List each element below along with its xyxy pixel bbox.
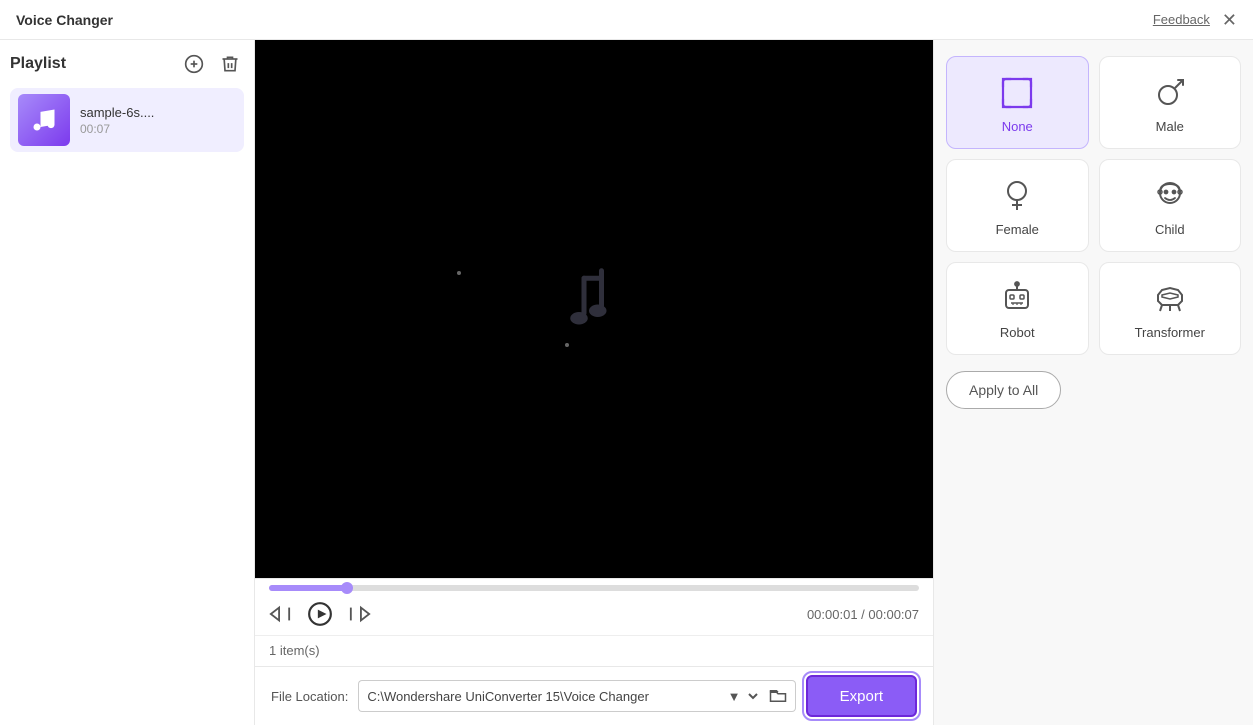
time-display: 00:00:01 / 00:00:07 <box>807 607 919 622</box>
effect-none-label: None <box>1002 119 1033 134</box>
app-window: Voice Changer Feedback ✕ Playlist <box>0 0 1253 725</box>
player-controls: 00:00:01 / 00:00:07 <box>255 578 933 635</box>
effect-male-label: Male <box>1156 119 1184 134</box>
effects-panel: None Male <box>933 40 1253 725</box>
bottom-bar: File Location: ▼ Export <box>255 666 933 725</box>
apply-all-button[interactable]: Apply to All <box>946 371 1061 409</box>
items-count: 1 item(s) <box>269 639 320 662</box>
effect-robot-label: Robot <box>1000 325 1035 340</box>
file-location-label: File Location: <box>271 689 348 704</box>
playlist-item[interactable]: sample-6s.... 00:07 <box>10 88 244 152</box>
file-location-wrap: ▼ <box>358 680 795 712</box>
controls-row: 00:00:01 / 00:00:07 <box>269 597 919 631</box>
close-button[interactable]: ✕ <box>1222 11 1237 29</box>
center-right: 00:00:01 / 00:00:07 1 item(s) File Locat… <box>255 40 1253 725</box>
effect-male[interactable]: Male <box>1099 56 1242 149</box>
delete-file-button[interactable] <box>216 50 244 78</box>
app-title: Voice Changer <box>16 12 113 28</box>
effect-child[interactable]: Child <box>1099 159 1242 252</box>
effect-female[interactable]: Female <box>946 159 1089 252</box>
center-column: 00:00:01 / 00:00:07 1 item(s) File Locat… <box>255 40 933 725</box>
effect-none[interactable]: None <box>946 56 1089 149</box>
progress-bar[interactable] <box>269 585 919 591</box>
main-content: Playlist <box>0 40 1253 725</box>
playlist-title: Playlist <box>10 55 66 73</box>
title-bar-right: Feedback ✕ <box>1153 11 1237 29</box>
playlist-item-name: sample-6s.... <box>80 105 154 120</box>
playlist-header: Playlist <box>10 50 244 78</box>
playlist-item-duration: 00:07 <box>80 122 154 136</box>
progress-thumb <box>341 582 353 594</box>
control-buttons <box>269 601 371 627</box>
export-button[interactable]: Export <box>806 675 917 717</box>
add-file-button[interactable] <box>180 50 208 78</box>
items-count-row: 1 item(s) <box>255 635 933 666</box>
player-area: 00:00:01 / 00:00:07 <box>255 40 933 635</box>
effect-transformer-label: Transformer <box>1135 325 1205 340</box>
video-canvas <box>255 40 933 578</box>
effect-transformer[interactable]: Transformer <box>1099 262 1242 355</box>
feedback-link[interactable]: Feedback <box>1153 12 1210 27</box>
effect-robot[interactable]: Robot <box>946 262 1089 355</box>
effect-female-label: Female <box>996 222 1039 237</box>
playlist-item-info: sample-6s.... 00:07 <box>80 105 154 136</box>
playlist-actions <box>180 50 244 78</box>
progress-bar-fill <box>269 585 347 591</box>
effects-grid: None Male <box>946 56 1241 355</box>
play-button[interactable] <box>307 601 333 627</box>
playlist-thumbnail <box>18 94 70 146</box>
effect-child-label: Child <box>1155 222 1185 237</box>
open-folder-button[interactable] <box>761 680 796 712</box>
file-location-input[interactable] <box>358 680 719 712</box>
file-location-dropdown[interactable]: ▼ <box>720 680 761 712</box>
title-bar: Voice Changer Feedback ✕ <box>0 0 1253 40</box>
forward-button[interactable] <box>349 603 371 625</box>
sidebar: Playlist <box>0 40 255 725</box>
rewind-button[interactable] <box>269 603 291 625</box>
